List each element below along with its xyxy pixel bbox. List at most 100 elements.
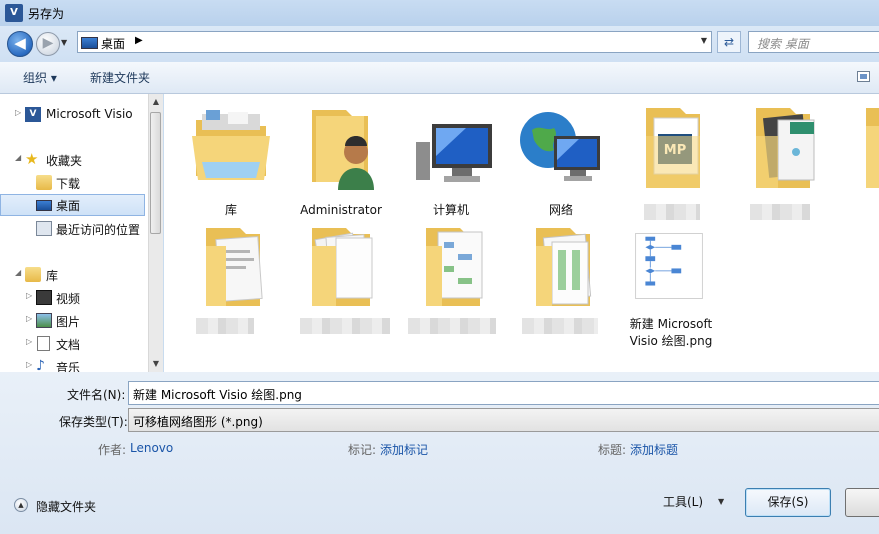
desktop-icon [36, 200, 52, 211]
collapse-icon[interactable]: ◢ [15, 268, 21, 277]
address-dropdown-icon[interactable]: ▼ [701, 36, 707, 45]
organize-button[interactable]: 组织 ▾ [23, 69, 57, 86]
breadcrumb-chevron-icon[interactable]: ▶ [135, 35, 143, 46]
file-item-folder[interactable] [286, 216, 396, 334]
scroll-down-icon[interactable]: ▼ [149, 356, 163, 372]
new-folder-button[interactable]: 新建文件夹 [90, 69, 150, 86]
file-name: 新建 Microsoft Visio 绘图.png [629, 317, 713, 348]
sidebar-item-label: 视频 [56, 292, 81, 306]
collapse-icon[interactable]: ◢ [15, 153, 21, 162]
add-title-link[interactable]: 添加标题 [630, 441, 678, 458]
file-item-folder-mp[interactable]: MP 2 [616, 98, 726, 220]
title-label: 标题: [598, 443, 627, 457]
tools-button[interactable]: 工具(L) [663, 493, 703, 510]
redacted-filename [408, 318, 496, 334]
hide-folders-label: 隐藏文件夹 [36, 500, 97, 514]
filetype-value: 可移植网络图形 (*.png) [133, 415, 263, 429]
address-bar[interactable]: 桌面 ▶ ▼ [77, 31, 712, 53]
tags-label: 标记: [348, 443, 377, 457]
recent-places-icon [36, 221, 52, 236]
folder-icon [536, 228, 592, 306]
sidebar-item-desktop[interactable]: 桌面 [0, 194, 145, 216]
file-list-view: 库 Administrator 计算机 网络 新建 Microsoft Visi… [164, 94, 879, 372]
scrollbar-thumb[interactable] [150, 112, 161, 234]
file-item-folder[interactable] [176, 216, 286, 334]
expand-icon[interactable]: ▷ [26, 314, 32, 323]
network-icon [520, 112, 600, 181]
add-tags-link[interactable]: 添加标记 [380, 441, 428, 458]
address-breadcrumb[interactable]: 桌面 [101, 35, 125, 52]
chevron-up-icon: ▲ [14, 498, 28, 512]
search-placeholder: 搜索 桌面 [757, 37, 809, 51]
sidebar-scrollbar[interactable]: ▲ ▼ [148, 94, 163, 372]
sidebar-item-music[interactable]: ▷ ♪ 音乐 [0, 356, 145, 373]
file-item-visio-png[interactable]: 新建 Microsoft Visio 绘图.png [616, 216, 726, 356]
refresh-icon: ⇄ [723, 35, 735, 49]
save-button[interactable]: 保存(S) [745, 488, 831, 517]
filename-input[interactable]: 新建 Microsoft Visio 绘图.png [128, 381, 879, 405]
sidebar-item-visio[interactable]: ▷ V Microsoft Visio [0, 104, 145, 126]
folder-icon [206, 228, 263, 306]
filetype-select[interactable]: 可移植网络图形 (*.png) [128, 408, 879, 432]
folder-icon [866, 108, 879, 188]
tools-dropdown-icon[interactable]: ▼ [718, 497, 724, 506]
folder-icon: MP [646, 108, 700, 188]
file-item-folder[interactable] [396, 216, 506, 334]
window-title: 另存为 [28, 7, 65, 21]
expand-icon[interactable]: ▷ [26, 337, 32, 346]
sidebar-item-label: Microsoft Visio [46, 107, 133, 121]
file-item-library[interactable]: 库 [176, 98, 286, 217]
change-view-icon[interactable] [857, 71, 870, 82]
author-value[interactable]: Lenovo [130, 441, 173, 455]
navigation-pane: ▷ V Microsoft Visio ◢ ★ 收藏夹 下载 桌面 最近访问的位… [0, 94, 148, 372]
file-item-folder-partial[interactable] [836, 98, 879, 216]
sidebar-item-label: 桌面 [56, 199, 81, 213]
cancel-button[interactable] [845, 488, 879, 517]
library-folder-icon [192, 110, 270, 180]
expand-icon[interactable]: ▷ [26, 360, 32, 369]
library-icon [25, 267, 41, 282]
expand-icon[interactable]: ▷ [15, 108, 21, 117]
scroll-up-icon[interactable]: ▲ [149, 94, 163, 110]
video-icon [36, 290, 52, 305]
sidebar-item-libraries[interactable]: ◢ 库 [0, 264, 145, 286]
sidebar-item-label: 最近访问的位置 [56, 223, 141, 237]
folder-icon [312, 228, 373, 306]
title-bar: V 另存为 [0, 0, 879, 26]
sidebar-item-documents[interactable]: ▷ 文档 [0, 333, 145, 355]
expand-icon[interactable]: ▷ [26, 291, 32, 300]
search-input[interactable]: 搜索 桌面 [748, 31, 879, 53]
save-options-panel: 文件名(N): 新建 Microsoft Visio 绘图.png 保存类型(T… [0, 372, 879, 534]
sidebar-item-label: 音乐 [56, 361, 81, 372]
sidebar-item-videos[interactable]: ▷ 视频 [0, 287, 145, 309]
author-label: 作者: [98, 443, 127, 457]
sidebar-item-label: 文档 [56, 338, 81, 352]
file-item-folder[interactable] [726, 98, 836, 220]
forward-button[interactable]: ▶ [36, 32, 60, 56]
sidebar-item-recent-places[interactable]: 最近访问的位置 [0, 218, 145, 240]
redacted-filename [750, 204, 810, 220]
visio-icon: V [25, 107, 41, 122]
download-folder-icon [36, 175, 52, 190]
file-item-folder[interactable] [506, 216, 616, 334]
music-icon: ♪ [36, 358, 45, 373]
star-icon: ★ [25, 150, 39, 168]
sidebar-item-pictures[interactable]: ▷ 图片 [0, 310, 145, 332]
back-button[interactable]: ◀ [7, 31, 33, 57]
file-item-network[interactable]: 网络 [506, 98, 616, 217]
filename-label: 文件名(N): [67, 388, 126, 402]
sidebar-item-label: 收藏夹 [46, 154, 83, 168]
sidebar-item-downloads[interactable]: 下载 [0, 172, 145, 194]
redacted-filename [300, 318, 390, 334]
file-item-administrator[interactable]: Administrator [286, 98, 396, 217]
command-toolbar: 组织 ▾ 新建文件夹 [0, 62, 879, 94]
picture-icon [36, 313, 52, 328]
folder-icon [426, 228, 483, 306]
refresh-button[interactable]: ⇄ [717, 31, 741, 53]
history-dropdown-icon[interactable]: ▼ [61, 38, 71, 48]
visio-app-icon: V [5, 4, 23, 22]
sidebar-item-favorites[interactable]: ◢ ★ 收藏夹 [0, 149, 145, 171]
desktop-icon [81, 37, 98, 49]
navigation-bar: ◀ ▶ ▼ 桌面 ▶ ▼ ⇄ 搜索 桌面 [0, 26, 879, 62]
file-item-computer[interactable]: 计算机 [396, 98, 506, 217]
